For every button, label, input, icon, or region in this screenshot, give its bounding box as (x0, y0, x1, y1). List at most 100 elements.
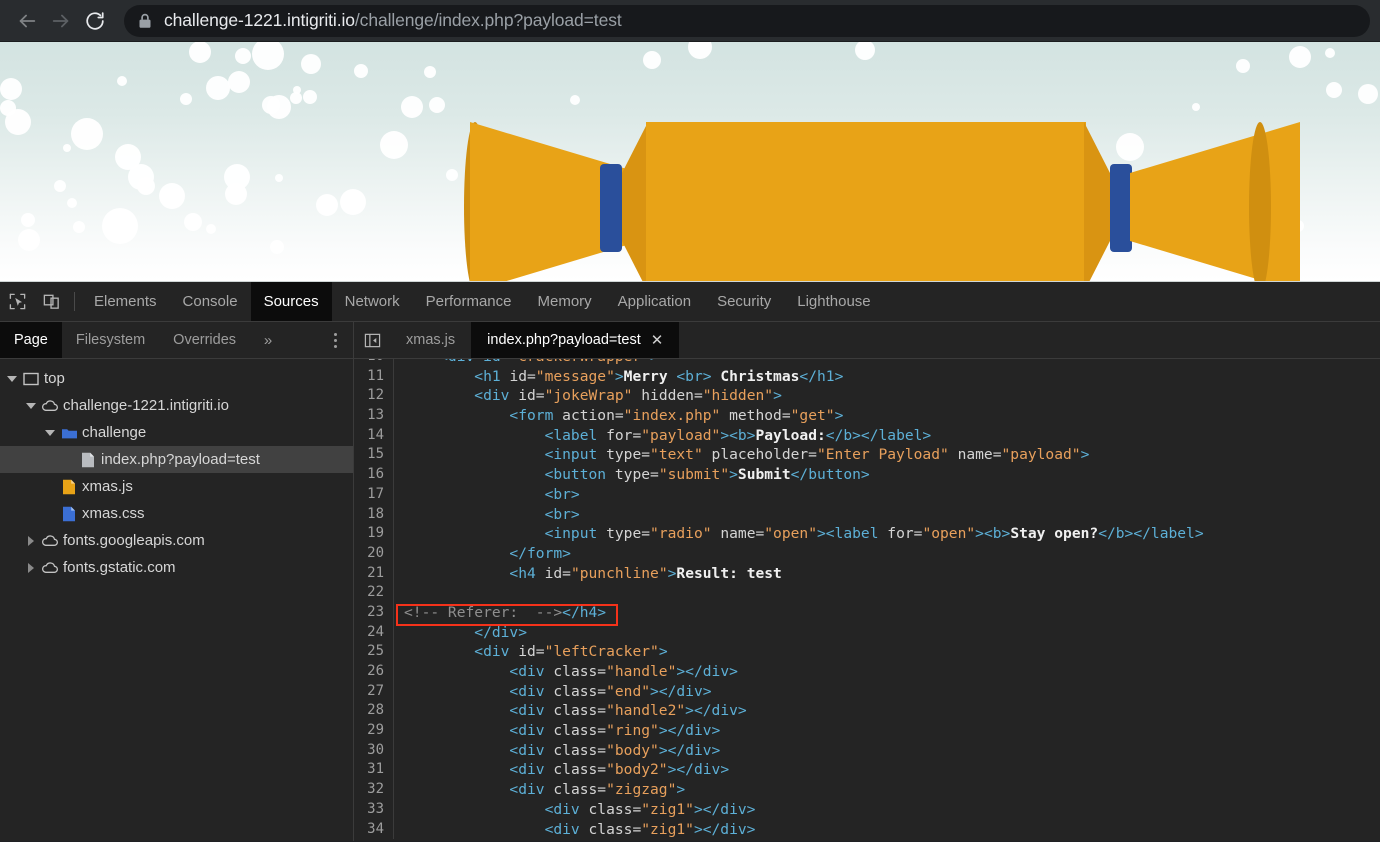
navigator-tab-overrides[interactable]: Overrides (159, 322, 250, 358)
tree-item[interactable]: top (0, 365, 353, 392)
tab-console[interactable]: Console (170, 282, 251, 321)
code-token-cmt: <!-- Referer: --> (404, 604, 562, 621)
show-navigator-button[interactable] (354, 322, 390, 358)
code-token-attr: class= (553, 742, 606, 759)
code-token-tag: ></div> (659, 742, 721, 759)
snowflake (18, 229, 40, 251)
code-token-tag: > (615, 368, 624, 385)
snowflake (63, 144, 71, 152)
code-token-tag: ><b> (720, 427, 755, 444)
snowflake (855, 42, 875, 60)
tree-item[interactable]: index.php?payload=test (0, 446, 353, 473)
tree-item[interactable]: challenge (0, 419, 353, 446)
code-token-val: "submit" (659, 466, 729, 483)
code-token-val: "Enter Payload" (817, 446, 949, 463)
code-line: 31 <div class="body2"></div> (354, 760, 1380, 780)
code-token-tag: <div (404, 742, 553, 759)
navigator-more-tabs-button[interactable]: » (250, 322, 286, 358)
code-line: 28 <div class="handle2"></div> (354, 701, 1380, 721)
code-token-attr: id= (518, 643, 544, 660)
tab-memory[interactable]: Memory (525, 282, 605, 321)
code-line-text (394, 583, 404, 603)
line-number: 10 (354, 359, 394, 367)
code-token-tag: <div (404, 683, 553, 700)
device-toolbar-button[interactable] (34, 282, 68, 321)
code-token-txt: Submit (738, 466, 791, 483)
code-token-attr: for= (887, 525, 922, 542)
tree-item[interactable]: xmas.css (0, 500, 353, 527)
code-view[interactable]: 10 <div id="crackerWrapper">11 <h1 id="m… (354, 359, 1380, 841)
page-viewport (0, 42, 1380, 282)
tree-twisty-icon[interactable] (4, 376, 20, 382)
code-token-val: "open" (764, 525, 817, 542)
tab-security[interactable]: Security (704, 282, 784, 321)
code-token-attr: name= (712, 525, 765, 542)
back-button[interactable] (10, 4, 44, 38)
navigator-tab-page[interactable]: Page (0, 322, 62, 358)
editor-tab[interactable]: index.php?payload=test✕ (471, 322, 679, 358)
code-line: 19 <input type="radio" name="open"><labe… (354, 524, 1380, 544)
code-token-attr: id= (509, 368, 535, 385)
code-token-tag: > (729, 466, 738, 483)
snowflake (54, 180, 66, 192)
code-token-tag: <input (404, 446, 606, 463)
code-token-tag: </h4> (562, 604, 606, 621)
tree-twisty-icon[interactable] (23, 563, 39, 573)
address-bar[interactable]: challenge-1221.intigriti.io/challenge/in… (124, 5, 1370, 37)
snowflake (180, 93, 192, 105)
code-token-val: "ring" (606, 722, 659, 739)
tab-sources[interactable]: Sources (251, 282, 332, 321)
reload-button[interactable] (78, 4, 112, 38)
code-token-tag: <form (404, 407, 562, 424)
navigator-tabbar: PageFilesystemOverrides » (0, 322, 353, 359)
code-line-text: <div class="handle"></div> (394, 662, 738, 682)
tab-lighthouse[interactable]: Lighthouse (784, 282, 883, 321)
navigator-tab-filesystem[interactable]: Filesystem (62, 322, 159, 358)
code-token-tag: </button> (791, 466, 870, 483)
snowflake (570, 95, 580, 105)
code-token-tag: > (659, 643, 668, 660)
code-line-text: <div class="ring"></div> (394, 721, 720, 741)
line-number: 28 (354, 701, 394, 721)
tab-network[interactable]: Network (332, 282, 413, 321)
tab-performance[interactable]: Performance (413, 282, 525, 321)
code-token-tag: ><label (817, 525, 887, 542)
editor-tab[interactable]: xmas.js (390, 322, 471, 358)
code-line: 30 <div class="body"></div> (354, 741, 1380, 761)
code-token-tag: > (650, 359, 659, 365)
tree-item[interactable]: fonts.gstatic.com (0, 554, 353, 581)
tab-application[interactable]: Application (605, 282, 704, 321)
code-token-attr: placeholder= (703, 446, 817, 463)
code-token-tag: > (773, 387, 782, 404)
sources-navigator: PageFilesystemOverrides » topchallenge-1… (0, 322, 354, 841)
tree-twisty-icon[interactable] (23, 403, 39, 409)
tree-twisty-icon[interactable] (23, 536, 39, 546)
back-arrow-icon (16, 10, 38, 32)
tree-item[interactable]: xmas.js (0, 473, 353, 500)
tree-item[interactable]: challenge-1221.intigriti.io (0, 392, 353, 419)
cracker-left-neck (622, 122, 648, 282)
code-line-text: <div class="zig1"></div> (394, 820, 755, 840)
snowflake (270, 240, 284, 254)
tab-elements[interactable]: Elements (81, 282, 170, 321)
tree-twisty-icon[interactable] (42, 430, 58, 436)
tree-item[interactable]: fonts.googleapis.com (0, 527, 353, 554)
navigator-options-button[interactable] (317, 322, 353, 358)
inspect-element-button[interactable] (0, 282, 34, 321)
code-token-tag: <div (404, 801, 589, 818)
line-number: 30 (354, 741, 394, 761)
code-token-tag: <div (404, 722, 553, 739)
code-token-tag: ><b> (975, 525, 1010, 542)
code-token-tag: > (1081, 446, 1090, 463)
line-number: 18 (354, 505, 394, 525)
close-tab-icon[interactable]: ✕ (651, 331, 664, 349)
code-line-text: <div id="crackerWrapper"> (394, 359, 659, 367)
forward-button[interactable] (44, 4, 78, 38)
code-token-val: "jokeWrap" (545, 387, 633, 404)
line-number: 13 (354, 406, 394, 426)
code-line-text: <h4 id="punchline">Result: test (394, 564, 782, 584)
snowflake (354, 64, 368, 78)
snowflake (316, 194, 338, 216)
code-token-attr: class= (553, 761, 606, 778)
cloud-icon (39, 561, 61, 574)
